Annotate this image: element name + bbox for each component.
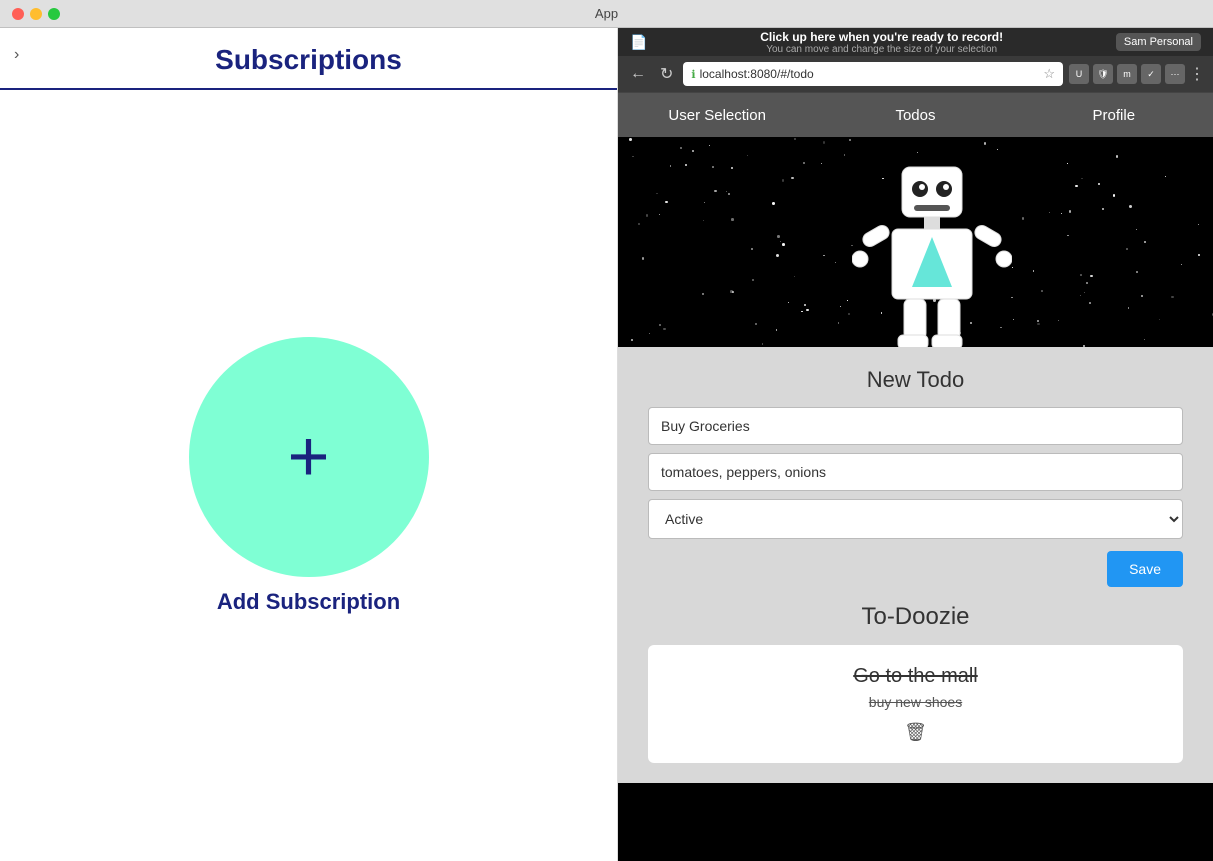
browser-menu-button[interactable]: ⋮ [1189, 64, 1205, 84]
delete-todo-button[interactable]: 🗑 [904, 722, 927, 743]
todo-title-input[interactable] [648, 407, 1183, 445]
maximize-button[interactable] [48, 8, 60, 20]
ext-3-icon[interactable]: m [1117, 64, 1137, 84]
title-bar: App [0, 0, 1213, 28]
recording-subtitle: You can move and change the size of your… [647, 44, 1115, 55]
minimize-button[interactable] [30, 8, 42, 20]
browser-toolbar: 📄 Click up here when you're ready to rec… [618, 28, 1213, 93]
bookmark-icon[interactable]: ☆ [1043, 66, 1055, 82]
nav-todos[interactable]: Todos [816, 93, 1014, 137]
todo-item-desc: buy new shoes [668, 694, 1163, 710]
robot-mascot [852, 157, 1012, 337]
ext-5-icon[interactable]: ⋯ [1165, 64, 1185, 84]
traffic-lights [12, 8, 60, 20]
back-button[interactable]: ← [626, 63, 650, 85]
url-text: localhost:8080/#/todo [700, 67, 1040, 81]
form-title: New Todo [648, 367, 1183, 393]
app-nav: User Selection Todos Profile [618, 93, 1213, 137]
ext-1-icon[interactable]: U [1069, 64, 1089, 84]
address-bar[interactable]: ℹ localhost:8080/#/todo ☆ [683, 62, 1063, 86]
browser-nav: ← ↻ ℹ localhost:8080/#/todo ☆ U 🛡 m ✓ ⋯ … [618, 56, 1213, 92]
todo-list-title: To-Doozie [648, 603, 1183, 631]
content-area: › Subscriptions + Add Subscription 📄 Cli… [0, 28, 1213, 861]
todo-card: Go to the mall buy new shoes 🗑 [648, 645, 1183, 763]
add-subscription-button[interactable]: + Add Subscription [189, 337, 429, 615]
hero-area [618, 137, 1213, 347]
recording-bar: 📄 Click up here when you're ready to rec… [618, 28, 1213, 56]
window-title: App [595, 6, 618, 21]
todo-desc-input[interactable] [648, 453, 1183, 491]
doc-icon: 📄 [630, 34, 647, 51]
left-panel-header: › Subscriptions [0, 28, 617, 90]
browser-content: New Todo Active Completed Pending Save T… [618, 137, 1213, 861]
add-circle: + [189, 337, 429, 577]
refresh-button[interactable]: ↻ [656, 62, 677, 86]
todo-status-select[interactable]: Active Completed Pending [648, 499, 1183, 539]
close-button[interactable] [12, 8, 24, 20]
nav-profile[interactable]: Profile [1015, 93, 1213, 137]
todo-item-title: Go to the mall [668, 665, 1163, 688]
recording-text: Click up here when you're ready to recor… [647, 30, 1115, 55]
add-subscription-label: Add Subscription [217, 589, 400, 615]
back-chevron-icon[interactable]: › [14, 46, 19, 64]
browser-extensions: U 🛡 m ✓ ⋯ ⋮ [1069, 64, 1205, 84]
lock-icon: ℹ [691, 68, 695, 81]
subscriptions-title: Subscriptions [215, 44, 402, 75]
right-panel: 📄 Click up here when you're ready to rec… [618, 28, 1213, 861]
nav-user-selection[interactable]: User Selection [618, 93, 816, 137]
ext-4-icon[interactable]: ✓ [1141, 64, 1161, 84]
save-row: Save [648, 551, 1183, 587]
sam-personal-button[interactable]: Sam Personal [1116, 33, 1201, 51]
new-todo-form: New Todo Active Completed Pending Save T… [618, 347, 1213, 783]
save-button[interactable]: Save [1107, 551, 1183, 587]
left-panel: › Subscriptions + Add Subscription [0, 28, 618, 861]
plus-icon: + [287, 421, 329, 493]
ext-2-icon[interactable]: 🛡 [1093, 64, 1113, 84]
left-panel-body: + Add Subscription [0, 90, 617, 861]
recording-title: Click up here when you're ready to recor… [647, 30, 1115, 44]
